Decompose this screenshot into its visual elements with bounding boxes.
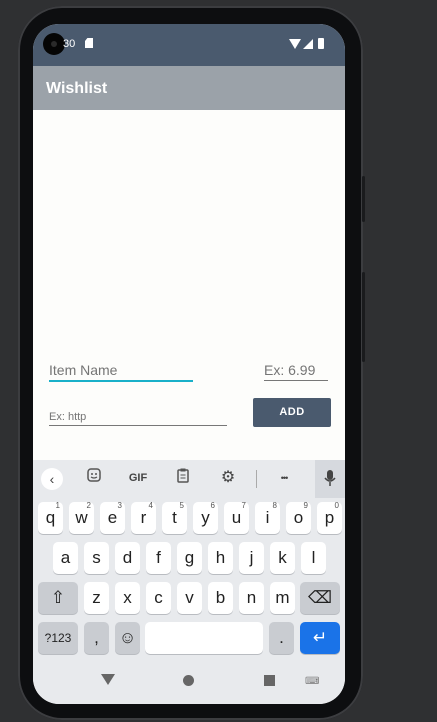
key-q[interactable]: q1 bbox=[38, 501, 63, 534]
key-v[interactable]: v bbox=[177, 582, 202, 614]
key-label: y bbox=[201, 508, 210, 527]
volume-button bbox=[362, 176, 365, 222]
key-n[interactable]: n bbox=[239, 582, 264, 614]
key-label: i bbox=[265, 508, 270, 527]
key-p[interactable]: p0 bbox=[317, 501, 342, 534]
key-h[interactable]: h bbox=[208, 542, 233, 574]
key-label: p bbox=[324, 508, 335, 527]
key-hint: 6 bbox=[210, 501, 215, 510]
url-input[interactable] bbox=[49, 409, 227, 426]
front-camera bbox=[43, 33, 65, 55]
nav-recents-icon[interactable] bbox=[264, 675, 275, 686]
key-o[interactable]: o9 bbox=[286, 501, 311, 534]
nav-home-icon[interactable] bbox=[183, 675, 194, 686]
key-m[interactable]: m bbox=[270, 582, 295, 614]
clipboard-icon[interactable] bbox=[173, 468, 193, 488]
key-k[interactable]: k bbox=[270, 542, 295, 574]
mic-button[interactable] bbox=[315, 460, 345, 498]
key-label: e bbox=[107, 508, 118, 527]
key-l[interactable]: l bbox=[301, 542, 326, 574]
key-hint: 1 bbox=[55, 501, 60, 510]
toolbar-divider bbox=[256, 470, 257, 488]
screen: 30 Wishlist ADD ‹ GIF ⚙ ••• bbox=[33, 24, 345, 704]
key-hint: 9 bbox=[303, 501, 308, 510]
wifi-icon bbox=[289, 39, 301, 49]
key-u[interactable]: u7 bbox=[224, 501, 249, 534]
key-hint: 4 bbox=[148, 501, 153, 510]
signal-icon bbox=[303, 39, 313, 49]
key-g[interactable]: g bbox=[177, 542, 202, 574]
page-title: Wishlist bbox=[46, 80, 108, 97]
key-label: t bbox=[172, 508, 177, 527]
symbols-key[interactable]: ?123 bbox=[38, 622, 78, 654]
key-z[interactable]: z bbox=[84, 582, 109, 614]
sd-card-icon bbox=[85, 38, 93, 48]
key-e[interactable]: e3 bbox=[100, 501, 125, 534]
soft-keyboard: ‹ GIF ⚙ ••• q1w2e3r4t5y6u7i8o9p0 asdfghj… bbox=[33, 460, 345, 704]
price-input[interactable] bbox=[264, 360, 328, 381]
gif-button[interactable]: GIF bbox=[125, 468, 151, 488]
power-button bbox=[362, 272, 365, 362]
shift-key[interactable]: ⇧ bbox=[38, 582, 78, 614]
more-icon[interactable]: ••• bbox=[273, 468, 295, 488]
key-w[interactable]: w2 bbox=[69, 501, 94, 534]
key-hint: 2 bbox=[86, 501, 91, 510]
backspace-key[interactable]: ⌫ bbox=[300, 582, 340, 614]
key-a[interactable]: a bbox=[53, 542, 78, 574]
space-key[interactable] bbox=[145, 622, 263, 654]
item-name-input[interactable] bbox=[49, 360, 193, 382]
comma-key[interactable]: , bbox=[84, 622, 109, 654]
key-r[interactable]: r4 bbox=[131, 501, 156, 534]
key-i[interactable]: i8 bbox=[255, 501, 280, 534]
enter-key[interactable]: ↵ bbox=[300, 622, 340, 654]
battery-icon bbox=[318, 38, 324, 49]
key-x[interactable]: x bbox=[115, 582, 140, 614]
key-t[interactable]: t5 bbox=[162, 501, 187, 534]
key-c[interactable]: c bbox=[146, 582, 171, 614]
key-hint: 5 bbox=[179, 501, 184, 510]
status-bar: 30 bbox=[33, 24, 345, 66]
add-button[interactable]: ADD bbox=[253, 398, 331, 427]
key-hint: 7 bbox=[241, 501, 246, 510]
key-label: q bbox=[45, 508, 56, 527]
sticker-icon[interactable] bbox=[83, 468, 105, 488]
key-j[interactable]: j bbox=[239, 542, 264, 574]
key-d[interactable]: d bbox=[115, 542, 140, 574]
key-hint: 3 bbox=[117, 501, 122, 510]
keyboard-toolbar: ‹ GIF ⚙ ••• bbox=[33, 460, 345, 498]
status-time: 30 bbox=[63, 38, 76, 50]
nav-bar: ⌨ bbox=[33, 660, 345, 704]
key-label: u bbox=[231, 508, 242, 527]
key-label: r bbox=[140, 508, 147, 527]
emoji-key[interactable]: ☺ bbox=[115, 622, 140, 654]
period-key[interactable]: . bbox=[269, 622, 294, 654]
app-bar: Wishlist bbox=[33, 66, 345, 110]
settings-gear-icon[interactable]: ⚙ bbox=[218, 468, 238, 488]
key-y[interactable]: y6 bbox=[193, 501, 218, 534]
key-hint: 8 bbox=[272, 501, 277, 510]
key-hint: 0 bbox=[334, 501, 339, 510]
key-s[interactable]: s bbox=[84, 542, 109, 574]
keyboard-switch-icon[interactable]: ⌨ bbox=[305, 676, 319, 687]
key-label: o bbox=[293, 508, 304, 527]
keyboard-back-icon[interactable]: ‹ bbox=[41, 468, 63, 490]
key-f[interactable]: f bbox=[146, 542, 171, 574]
main-content: ADD bbox=[33, 110, 345, 460]
key-b[interactable]: b bbox=[208, 582, 233, 614]
nav-back-icon[interactable] bbox=[101, 674, 115, 685]
